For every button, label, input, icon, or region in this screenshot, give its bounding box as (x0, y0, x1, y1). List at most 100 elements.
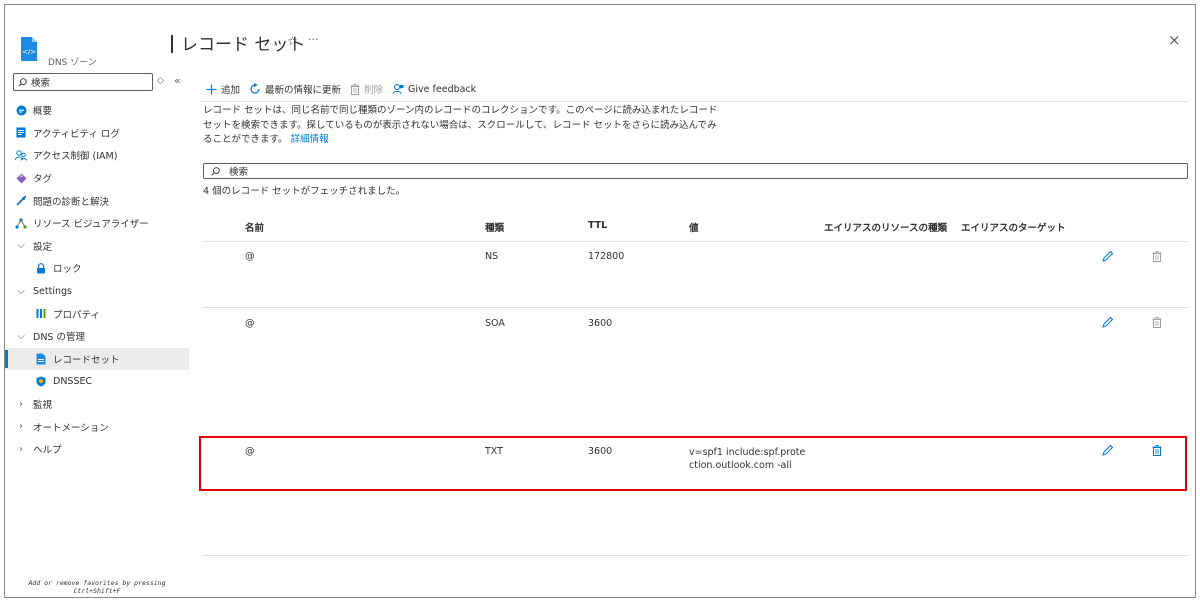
column-header-type[interactable]: 種類 (485, 220, 504, 234)
more-options-icon[interactable]: ··· (308, 33, 319, 46)
sidebar-group-label: 設定 (33, 241, 53, 253)
sidebar-item-label: アクセス制御 (IAM) (33, 151, 118, 163)
visualizer-icon (15, 217, 27, 229)
sidebar-item-dnssec[interactable]: DNSSEC (5, 370, 189, 393)
chevron-down-icon: ⌵ (17, 240, 25, 252)
search-icon (18, 77, 27, 87)
sidebar-item-properties[interactable]: プロパティ (5, 302, 189, 325)
sidebar-item-iam[interactable]: アクセス制御 (IAM) (5, 144, 189, 167)
sidebar-group-label: オートメーション (33, 422, 109, 434)
cell-type: TXT (485, 446, 503, 457)
page-title: レコード セット (171, 30, 305, 55)
row-divider (203, 241, 1188, 242)
svg-text:</>: </> (22, 48, 36, 56)
record-set-icon (35, 353, 47, 365)
delete-button[interactable]: 削除 (350, 82, 383, 96)
sidebar: </> DNS ゾーン 検索 ◇ « 概要 アクティビティ ログ アクセス制御 … (5, 5, 189, 597)
refresh-icon (250, 83, 260, 94)
cell-type: NS (485, 251, 499, 262)
cell-ttl: 172800 (588, 251, 625, 262)
edit-icon[interactable] (1101, 443, 1115, 457)
chevron-down-icon: ⌵ (17, 285, 25, 297)
sidebar-group-dns-management[interactable]: ⌵ DNS の管理 (5, 325, 189, 348)
sidebar-item-lock[interactable]: ロック (5, 257, 189, 280)
search-icon (211, 166, 220, 176)
row-divider (203, 307, 1188, 308)
sidebar-item-diagnose[interactable]: 問題の診断と解決 (5, 189, 189, 212)
chevron-down-icon: ⌵ (17, 330, 25, 342)
sidebar-item-activity-log[interactable]: アクティビティ ログ (5, 122, 189, 145)
sidebar-item-label: 概要 (33, 106, 53, 118)
description: レコード セットは、同じ名前で同じ種類のゾーン内のレコードのコレクションです。こ… (203, 104, 723, 148)
cell-name: @ (245, 446, 255, 457)
close-icon[interactable]: × (1168, 31, 1181, 49)
sidebar-search-placeholder: 検索 (31, 78, 51, 89)
column-header-alias-type[interactable]: エイリアスのリソースの種類 (824, 220, 947, 234)
sidebar-search-input[interactable]: 検索 (13, 73, 153, 91)
edit-icon[interactable] (1101, 315, 1115, 329)
cell-type: SOA (485, 318, 505, 329)
column-header-value[interactable]: 値 (689, 220, 699, 234)
plus-icon (206, 84, 217, 94)
delete-icon[interactable] (1150, 249, 1164, 263)
fetch-status: 4 個のレコード セットがフェッチされました。 (203, 186, 406, 197)
dns-zone-icon: </> (21, 37, 37, 61)
resource-type-label: DNS ゾーン (48, 58, 97, 68)
sidebar-options-icon[interactable]: ◇ (157, 76, 164, 86)
properties-icon (35, 308, 47, 320)
cell-ttl: 3600 (588, 446, 613, 457)
sidebar-item-label: プロパティ (53, 309, 100, 321)
favorites-hint-line2: Ctrl+Shift+F (73, 587, 121, 595)
lock-icon (35, 262, 47, 274)
cell-ttl: 3600 (588, 318, 613, 329)
sidebar-item-label: レコードセット (53, 354, 120, 366)
search-placeholder: 検索 (229, 167, 249, 178)
favorites-hint-line1: Add or remove favorites by pressing (28, 579, 166, 587)
sidebar-group-settings[interactable]: ⌵ Settings (5, 280, 189, 303)
add-button[interactable]: 追加 (206, 82, 240, 96)
give-feedback-label: Give feedback (408, 83, 477, 95)
column-header-name[interactable]: 名前 (245, 220, 264, 234)
command-bar: 追加 最新の情報に更新 削除 Give feedback (206, 80, 485, 98)
toolbar-divider (200, 101, 1188, 102)
sidebar-item-overview[interactable]: 概要 (5, 99, 189, 122)
sidebar-group-label: DNS の管理 (33, 332, 85, 344)
wrench-icon (15, 195, 27, 207)
cell-name: @ (245, 318, 255, 329)
add-label: 追加 (221, 85, 241, 96)
sidebar-group-settings-jp[interactable]: ⌵ 設定 (5, 235, 189, 258)
sidebar-item-visualizer[interactable]: リソース ビジュアライザー (5, 212, 189, 235)
collapse-sidebar-icon[interactable]: « (174, 74, 181, 87)
sidebar-group-monitoring[interactable]: › 監視 (5, 393, 189, 416)
refresh-button[interactable]: 最新の情報に更新 (249, 82, 341, 96)
title-divider (171, 35, 173, 53)
refresh-label: 最新の情報に更新 (265, 85, 342, 96)
favorites-hint: Add or remove favorites by pressing Ctrl… (5, 579, 189, 595)
iam-icon (15, 149, 27, 161)
record-search-input[interactable]: 検索 (203, 163, 1188, 179)
description-text: レコード セットは、同じ名前で同じ種類のゾーン内のレコードのコレクションです。こ… (203, 105, 718, 145)
sidebar-item-tags[interactable]: タグ (5, 167, 189, 190)
favorite-star-icon[interactable]: ☆ (287, 34, 298, 48)
chevron-right-icon: › (19, 398, 23, 410)
sidebar-nav: 概要 アクティビティ ログ アクセス制御 (IAM) タグ 問題の診断と解決 リ… (5, 99, 189, 461)
column-header-ttl[interactable]: TTL (588, 220, 607, 231)
sidebar-item-label: ロック (53, 264, 82, 276)
sidebar-group-label: ヘルプ (33, 445, 62, 457)
delete-icon[interactable] (1150, 315, 1164, 329)
chevron-right-icon: › (19, 421, 23, 433)
sidebar-item-record-sets[interactable]: レコードセット (5, 347, 189, 371)
column-header-alias-target[interactable]: エイリアスのターゲット (961, 220, 1066, 234)
learn-more-link[interactable]: 詳細情報 (291, 134, 329, 145)
sidebar-item-label: タグ (33, 174, 53, 186)
edit-icon[interactable] (1101, 249, 1115, 263)
sidebar-group-help[interactable]: › ヘルプ (5, 438, 189, 461)
chevron-right-icon: › (19, 443, 23, 455)
sidebar-item-label: DNSSEC (53, 375, 93, 387)
overview-icon (15, 104, 27, 116)
sidebar-group-automation[interactable]: › オートメーション (5, 415, 189, 438)
sidebar-item-label: 問題の診断と解決 (33, 196, 110, 208)
delete-icon[interactable] (1150, 443, 1164, 457)
give-feedback-button[interactable]: Give feedback (392, 83, 476, 95)
sidebar-group-label: Settings (33, 285, 72, 297)
